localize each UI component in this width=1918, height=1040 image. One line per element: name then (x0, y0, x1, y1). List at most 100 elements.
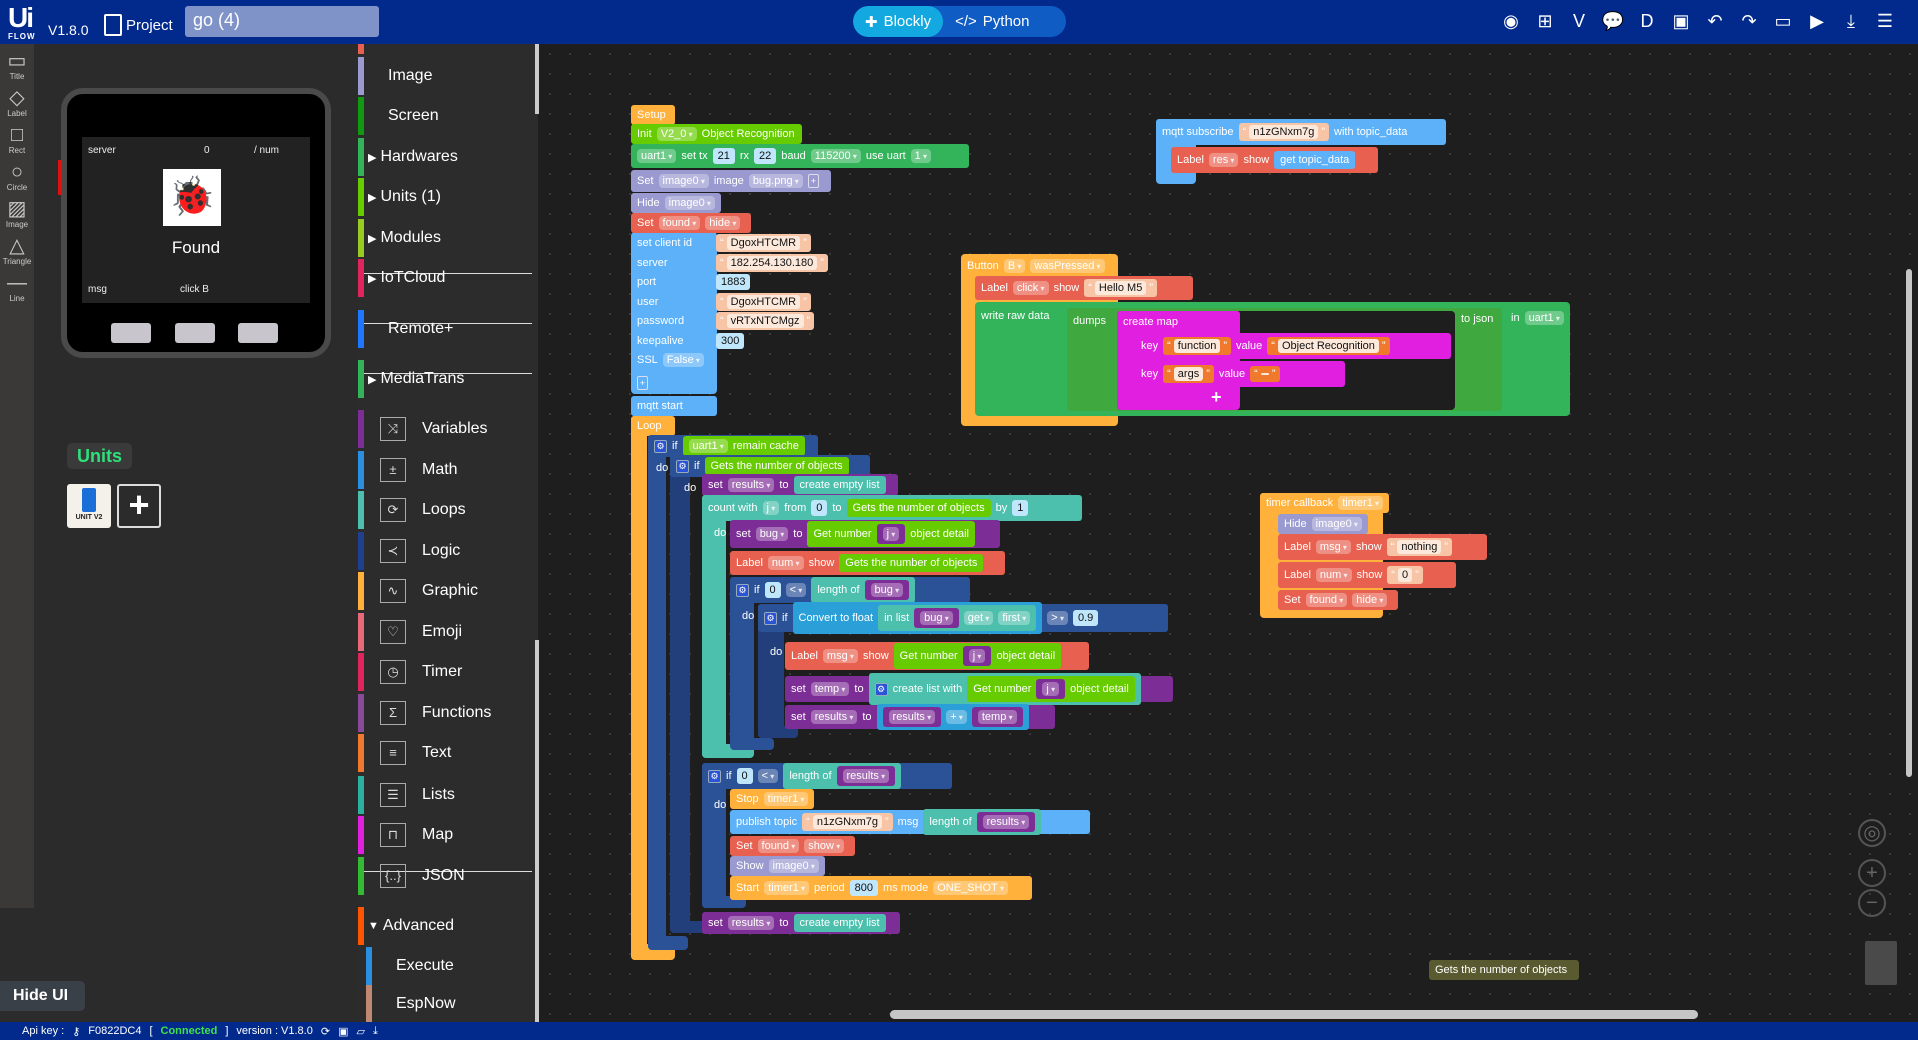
category-iotcloud[interactable]: ▶ IoTCloud (358, 259, 534, 297)
python-tab[interactable]: </> Python (943, 6, 1041, 37)
number-field[interactable]: 300 (716, 333, 745, 349)
block[interactable]: Label numshow Gets the number of objects (730, 551, 1005, 575)
dropdown-field[interactable]: bug (870, 583, 904, 597)
category-advanced[interactable]: ▼ Advanced (358, 907, 534, 945)
category-screen[interactable]: Screen (358, 97, 534, 135)
dropdown-field[interactable]: num (767, 556, 804, 570)
tool-label[interactable]: ◇ Label (0, 87, 34, 118)
category-mediatrans[interactable]: ▶ MediaTrans (358, 360, 534, 398)
block[interactable]: Set image0 image bug.png + (631, 170, 831, 192)
text-field[interactable]: args (1173, 367, 1204, 381)
dropdown-field[interactable]: timer1 (763, 792, 809, 806)
block[interactable]: settempto ⚙ create list with Get number jobj… (785, 673, 1173, 705)
dropdown-field[interactable]: uart1 (688, 439, 728, 453)
block[interactable]: mqtt subscribe “n1zGNxm7g” with topic_data (1156, 119, 1446, 145)
block[interactable]: Label click show “Hello M5” (975, 276, 1193, 300)
dropdown-field[interactable]: results (727, 478, 775, 492)
dropdown-field[interactable]: results (810, 710, 858, 724)
number-field[interactable]: 800 (849, 880, 878, 896)
refresh-icon[interactable]: ⟳ (321, 1025, 330, 1038)
block[interactable]: ⚙ if 0 < length of bug (730, 577, 970, 603)
tool-circle[interactable]: ○ Circle (0, 161, 34, 192)
save-icon[interactable]: ▣ (338, 1025, 348, 1038)
reporter-block[interactable]: Gets the number of objects (846, 499, 991, 517)
block[interactable]: Loop (631, 416, 675, 436)
block[interactable]: write raw data (975, 304, 1067, 328)
dropdown-field[interactable]: ONE_SHOT (933, 881, 1008, 895)
dropdown-field[interactable]: 115200 (810, 149, 861, 163)
reporter-block[interactable]: j (962, 646, 992, 666)
gear-icon[interactable]: ⚙ (676, 459, 689, 473)
blockly-tab[interactable]: ✚ Blockly (853, 6, 944, 37)
reporter-block[interactable]: create empty list (793, 476, 886, 494)
text-field[interactable]: 0 (1397, 568, 1413, 582)
reporter-block[interactable]: Gets the number of objects (839, 554, 984, 572)
dropdown-field[interactable]: results (888, 710, 936, 724)
block[interactable]: timer callback timer1 (1260, 493, 1390, 513)
block[interactable]: Label msgshow Get number j object detail (785, 642, 1089, 670)
download-icon[interactable]: ⤓ (1838, 8, 1864, 34)
block[interactable]: Stop timer1 (730, 789, 815, 809)
text-field[interactable]: 182.254.130.180 (726, 256, 818, 270)
reporter-block[interactable]: results (882, 707, 942, 727)
dropdown-field[interactable]: j (968, 649, 986, 663)
reporter-block[interactable]: results + temp (876, 704, 1029, 730)
category-image[interactable]: Image (358, 57, 534, 95)
dropdown-field[interactable]: hide (705, 216, 741, 230)
category-modules[interactable]: ▶ Modules (358, 219, 534, 257)
trash-icon[interactable] (1865, 941, 1897, 985)
dropdown-field[interactable]: found (658, 216, 701, 230)
category-functions[interactable]: Σ Functions (358, 694, 534, 732)
reporter-block[interactable]: length of results (783, 763, 902, 789)
dropdown-field[interactable]: B (1003, 259, 1026, 273)
open-folder-icon[interactable]: ▱ (356, 1025, 364, 1038)
gear-icon[interactable]: ⚙ (874, 682, 888, 696)
block[interactable]: Hide image0 (1278, 514, 1368, 534)
block[interactable]: Label numshow “0” (1278, 562, 1456, 588)
reporter-block[interactable]: bug (914, 608, 959, 628)
block[interactable]: in uart1 (1505, 307, 1570, 329)
version-icon[interactable]: V (1566, 8, 1592, 34)
reporter-block[interactable]: in list bugget first (878, 605, 1037, 631)
block[interactable]: password “vRTxNTCMgz” (631, 311, 846, 331)
text-field[interactable]: DgoxHTCMR (726, 236, 801, 250)
text-field[interactable]: n1zGNxm7g (1249, 125, 1319, 139)
label-server[interactable]: server (88, 145, 116, 156)
block[interactable]: key “function” value “Object Recognition” (1135, 333, 1451, 359)
text-field[interactable] (1260, 373, 1269, 375)
text-field[interactable]: n1zGNxm7g (812, 815, 882, 829)
category-logic[interactable]: ≺ Logic (358, 532, 534, 570)
block[interactable]: Label resshow get topic_data (1171, 147, 1378, 173)
category-loops[interactable]: ⟳ Loops (358, 491, 534, 529)
block[interactable]: uart1 set tx 21 rx 22 baud 115200 use uart 1 (631, 144, 969, 168)
dropdown-field[interactable]: j (762, 501, 780, 515)
zoom-out-icon[interactable]: − (1858, 889, 1886, 917)
dropdown-field[interactable]: found (757, 839, 800, 853)
dropdown-field[interactable]: first (998, 611, 1031, 625)
dropdown-field[interactable]: 1 (910, 149, 932, 163)
dropdown-field[interactable]: < (785, 583, 807, 597)
mode-toggle[interactable]: ✚ Blockly </> Python (853, 6, 1066, 37)
reporter-block[interactable]: j (1036, 679, 1066, 699)
reporter-block[interactable]: Get number j object detail (893, 643, 1062, 669)
block[interactable]: ⚙ if Convert to float in list bugget first >0.… (758, 602, 1168, 634)
reporter-block[interactable]: temp (971, 707, 1023, 727)
text-field[interactable]: vRTxNTCMgz (726, 314, 804, 328)
file-add-icon[interactable]: + (807, 174, 819, 188)
reporter-block[interactable]: get topic_data (1274, 151, 1356, 169)
gear-icon[interactable]: ⚙ (736, 583, 749, 597)
block[interactable]: ⚙ if 0 < length of results (702, 763, 952, 789)
dropdown-field[interactable]: temp (977, 710, 1017, 724)
block[interactable]: Set found hide (631, 213, 751, 233)
text-block[interactable]: “182.254.130.180” (716, 254, 828, 272)
dropdown-field[interactable]: bug (920, 611, 953, 625)
category-lists[interactable]: ☰ Lists (358, 776, 534, 814)
doc-icon[interactable]: D (1634, 8, 1660, 34)
label-click[interactable]: click B (180, 284, 209, 295)
label-msg[interactable]: msg (88, 284, 107, 295)
reporter-block[interactable]: Get number j object detail (967, 676, 1135, 702)
workspace-hscrollbar[interactable] (890, 1010, 1698, 1019)
text-block[interactable]: “DgoxHTCMR” (716, 293, 811, 311)
label-found[interactable]: Found (82, 238, 310, 258)
number-field[interactable]: 0.9 (1072, 610, 1099, 626)
